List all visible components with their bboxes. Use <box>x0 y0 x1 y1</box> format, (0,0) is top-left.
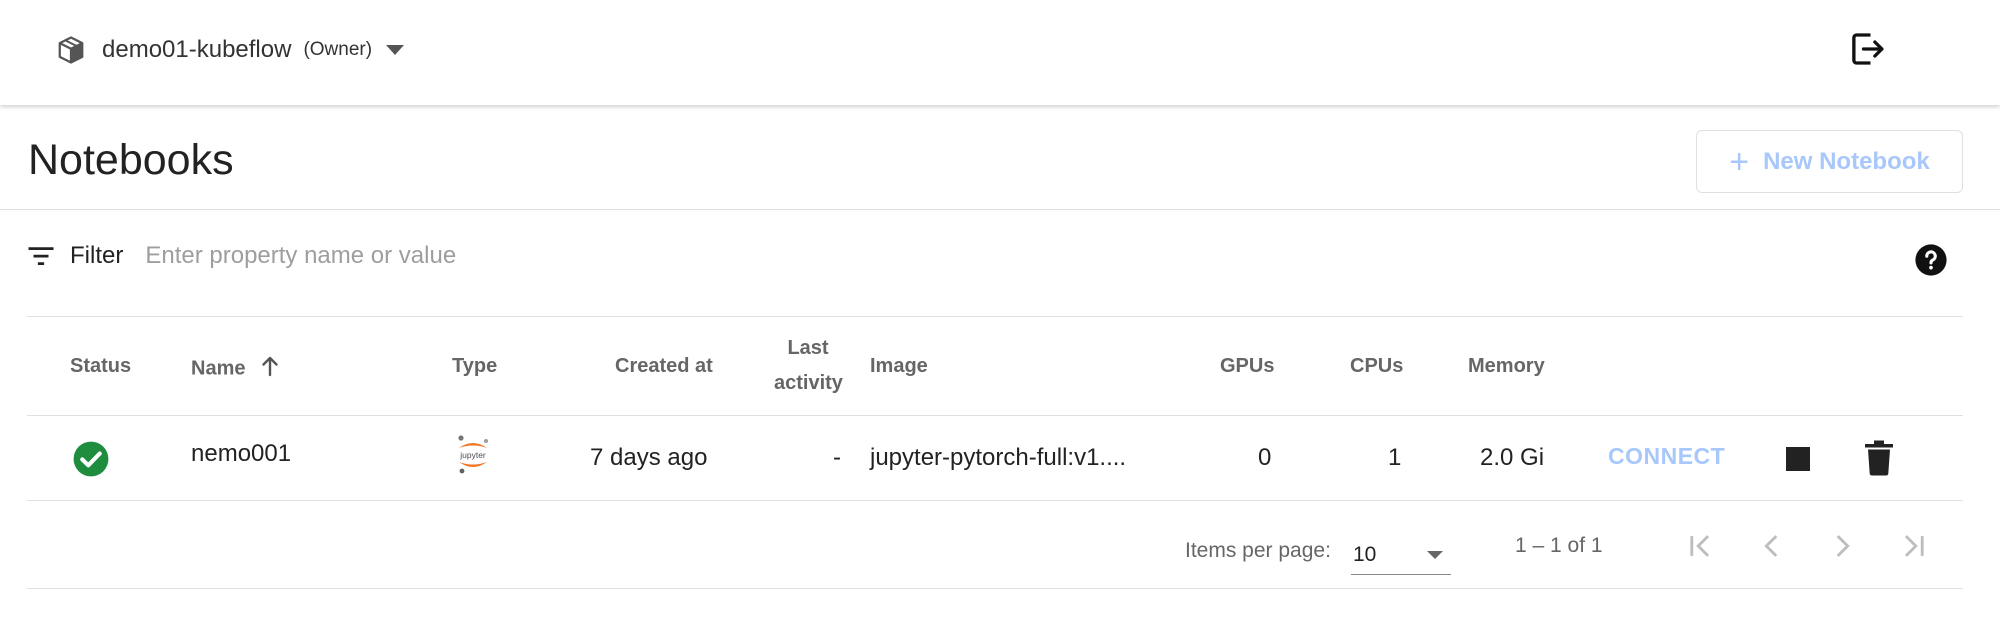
filter-input[interactable] <box>145 242 746 270</box>
header-last-activity: Last activity <box>774 337 843 395</box>
notebook-name: nemo001 <box>191 440 292 467</box>
chevron-down-icon <box>386 45 405 55</box>
namespace-name: demo01-kubeflow <box>102 36 292 63</box>
new-notebook-label: New Notebook <box>1763 147 1930 175</box>
header-name[interactable]: Name <box>191 355 279 383</box>
arrow-up-icon <box>261 355 279 383</box>
last-activity-value: - <box>833 444 841 471</box>
first-page-icon[interactable] <box>1679 526 1723 566</box>
divider <box>27 588 1963 589</box>
page-range: 1 – 1 of 1 <box>1515 534 1603 557</box>
help-icon[interactable] <box>1914 243 1948 277</box>
check-circle-icon <box>72 440 110 478</box>
namespace-role: (Owner) <box>303 39 373 60</box>
last-page-icon[interactable] <box>1891 526 1935 566</box>
header-memory: Memory <box>1468 355 1545 377</box>
header-status: Status <box>70 355 132 377</box>
connect-button[interactable]: CONNECT <box>1608 443 1725 470</box>
next-page-icon[interactable] <box>1820 526 1864 566</box>
top-bar: demo01-kubeflow (Owner) <box>0 0 2000 105</box>
filter-label: Filter <box>70 242 124 269</box>
memory-value: 2.0 Gi <box>1480 444 1545 471</box>
cpus-value: 1 <box>1388 444 1402 471</box>
gpus-value: 0 <box>1258 444 1272 471</box>
jupyter-logo: jupyter <box>453 432 493 476</box>
divider <box>27 415 1963 416</box>
logout-icon[interactable] <box>1846 28 1888 70</box>
new-notebook-button[interactable]: + New Notebook <box>1696 130 1963 193</box>
filter-icon <box>26 241 56 271</box>
trash-icon[interactable] <box>1864 440 1894 476</box>
previous-page-icon[interactable] <box>1750 526 1794 566</box>
namespace-selector[interactable]: demo01-kubeflow (Owner) <box>56 30 405 70</box>
filter-bar: Filter <box>26 236 746 276</box>
items-per-page-label: Items per page: <box>1185 539 1331 562</box>
items-per-page-select[interactable]: 10 <box>1351 535 1451 575</box>
created-at-value: 7 days ago <box>590 444 708 471</box>
header-gpus: GPUs <box>1220 355 1275 377</box>
header-created-at: Created at <box>615 355 713 377</box>
header-name-label: Name <box>191 357 246 380</box>
image-value: jupyter-pytorch-full:v1.... <box>870 444 1127 471</box>
header-cpus: CPUs <box>1350 355 1404 377</box>
header-last-activity-line1: Last <box>787 337 829 359</box>
divider <box>27 500 1963 501</box>
plus-icon: + <box>1729 142 1750 181</box>
header-type: Type <box>452 355 498 377</box>
chevron-down-icon <box>1427 551 1443 559</box>
divider <box>0 209 2000 210</box>
header-image: Image <box>870 355 928 377</box>
stop-icon[interactable] <box>1786 447 1810 471</box>
divider <box>27 316 1963 317</box>
items-per-page-value: 10 <box>1353 542 1377 566</box>
cube-icon <box>56 34 88 66</box>
jupyter-logo-text: jupyter <box>459 450 486 460</box>
page-title: Notebooks <box>28 136 234 184</box>
header-last-activity-line2: activity <box>774 372 843 394</box>
